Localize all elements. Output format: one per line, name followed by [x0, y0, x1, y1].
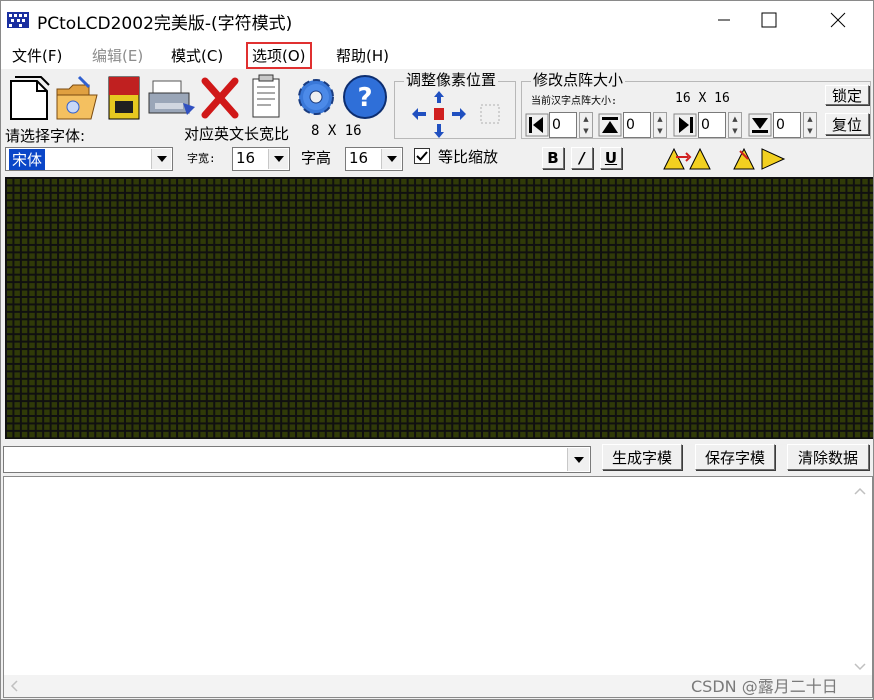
help-icon[interactable]: ?: [341, 73, 389, 121]
spin-left[interactable]: 0: [549, 112, 577, 138]
spin-bottom[interactable]: 0: [773, 112, 801, 138]
height-value: 16: [349, 149, 369, 167]
width-value: 16: [236, 149, 256, 167]
minimize-icon: [718, 19, 730, 21]
shrink-top-icon[interactable]: [598, 113, 622, 137]
window-title: PCtoLCD2002完美版-(字符模式): [37, 14, 293, 34]
arrow-down-icon[interactable]: [433, 124, 445, 138]
arrow-up-icon[interactable]: [433, 91, 445, 103]
current-size-label: 当前汉字点阵大小:: [531, 96, 618, 107]
pixel-adjust-title: 调整像素位置: [404, 69, 499, 90]
chevron-down-icon[interactable]: [268, 149, 288, 169]
chevron-down-icon[interactable]: [567, 448, 589, 471]
english-ratio-label: 对应英文长宽比: [184, 125, 290, 143]
menu-mode[interactable]: 模式(C): [168, 45, 226, 66]
output-select[interactable]: [3, 446, 591, 473]
rotate-icon[interactable]: [662, 147, 716, 171]
new-file-icon[interactable]: [7, 73, 51, 121]
maximize-icon: [761, 12, 777, 28]
app-logo-icon: [7, 12, 29, 28]
menu-help[interactable]: 帮助(H): [333, 45, 392, 66]
english-ratio-value: 8 X 16: [311, 123, 362, 139]
dotted-frame-icon: [480, 104, 500, 124]
center-icon[interactable]: [433, 107, 445, 121]
spin-right[interactable]: 0: [698, 112, 726, 138]
proportional-checkbox[interactable]: [414, 148, 430, 164]
chevron-up-icon[interactable]: [854, 487, 866, 495]
reset-button[interactable]: 复位: [825, 113, 869, 135]
chevron-down-icon[interactable]: [854, 663, 866, 671]
spin-right-arrows[interactable]: ▲ ▼: [728, 112, 742, 138]
chevron-left-icon[interactable]: [10, 680, 18, 692]
width-select[interactable]: 16: [232, 147, 290, 171]
chevron-down-icon[interactable]: [151, 149, 171, 169]
title-bar: PCtoLCD2002完美版-(字符模式): [1, 1, 873, 39]
menu-edit[interactable]: 编辑(E): [89, 45, 146, 66]
print-icon[interactable]: [147, 73, 197, 121]
flip-icon[interactable]: [732, 147, 788, 171]
italic-button[interactable]: /: [571, 147, 593, 169]
spin-left-arrows[interactable]: ▲ ▼: [579, 112, 593, 138]
spin-top-arrows[interactable]: ▲ ▼: [653, 112, 667, 138]
open-folder-icon[interactable]: [53, 73, 101, 121]
close-button[interactable]: [815, 1, 861, 39]
lock-button[interactable]: 锁定: [825, 85, 869, 105]
menu-file[interactable]: 文件(F): [9, 45, 65, 66]
current-size-value: 16 X 16: [675, 91, 730, 106]
font-select[interactable]: 宋体: [5, 147, 173, 171]
vertical-scrollbar[interactable]: [850, 479, 870, 675]
generate-button[interactable]: 生成字模: [602, 444, 682, 470]
menu-options[interactable]: 选项(O): [246, 42, 312, 69]
font-select-value: 宋体: [9, 149, 46, 170]
app-window: PCtoLCD2002完美版-(字符模式) 文件(F) 编辑(E) 模式(C) …: [0, 0, 874, 700]
notepad-icon[interactable]: [247, 73, 285, 121]
shrink-left-icon[interactable]: [525, 113, 549, 137]
arrow-right-icon[interactable]: [452, 108, 466, 120]
output-textarea[interactable]: [3, 476, 873, 698]
menu-bar: 文件(F) 编辑(E) 模式(C) 选项(O) 帮助(H): [1, 39, 873, 69]
delete-x-icon[interactable]: [199, 73, 241, 121]
underline-button[interactable]: U: [600, 147, 622, 169]
clear-data-button[interactable]: 清除数据: [787, 444, 869, 470]
font-prompt-label: 请选择字体:: [5, 127, 86, 145]
width-label: 字宽:: [187, 152, 216, 165]
bold-button[interactable]: B: [542, 147, 564, 169]
height-label: 字高: [301, 149, 332, 167]
maximize-button[interactable]: [746, 1, 792, 39]
pixel-grid-canvas[interactable]: [5, 177, 873, 439]
svg-text:?: ?: [357, 83, 372, 113]
minimize-button[interactable]: [701, 1, 747, 39]
close-icon: [830, 12, 846, 28]
watermark: CSDN @露月二十日: [691, 677, 838, 696]
chevron-down-icon[interactable]: [381, 149, 401, 169]
proportional-label: 等比缩放: [438, 148, 499, 166]
resize-title: 修改点阵大小: [531, 69, 626, 90]
shrink-bottom-icon[interactable]: [748, 113, 772, 137]
spin-bottom-arrows[interactable]: ▲ ▼: [803, 112, 817, 138]
spin-top[interactable]: 0: [623, 112, 651, 138]
height-select[interactable]: 16: [345, 147, 403, 171]
shrink-right-icon[interactable]: [673, 113, 697, 137]
gear-icon[interactable]: [293, 73, 339, 121]
save-font-button[interactable]: 保存字模: [695, 444, 775, 470]
arrow-left-icon[interactable]: [412, 108, 426, 120]
save-disk-icon[interactable]: [105, 73, 143, 121]
